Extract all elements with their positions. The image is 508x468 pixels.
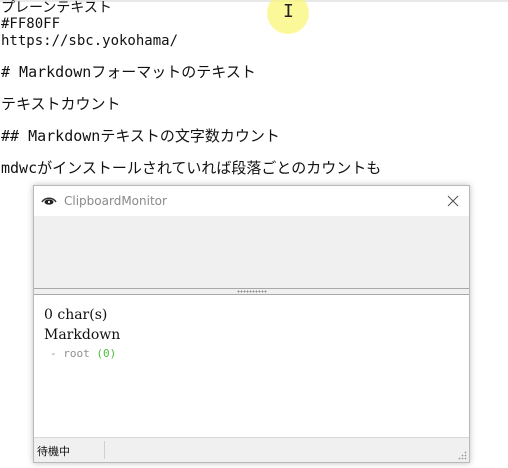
editor-line-7[interactable]: mdwcがインストールされていれば段落ごとのカウントも <box>1 159 381 177</box>
editor-line-2[interactable]: #FF80FF <box>1 16 60 32</box>
text-cursor-icon: I <box>283 1 294 22</box>
window-title: ClipboardMonitor <box>64 194 167 208</box>
editor-line-3[interactable]: https://sbc.yokohama/ <box>1 33 178 49</box>
tree-root-label: - root <box>50 347 90 360</box>
tree-root-count: (0) <box>96 347 117 360</box>
analysis-panel[interactable]: 0 char(s) Markdown - root (0) <box>34 295 469 437</box>
clipboard-monitor-window[interactable]: ClipboardMonitor 0 char(s) Markdown - ro… <box>33 185 470 463</box>
editor-line-1[interactable]: プレーンテキスト <box>1 0 112 16</box>
splitter-grip-icon <box>237 290 267 293</box>
editor-line-6[interactable]: ## Markdownテキストの文字数カウント <box>1 127 280 145</box>
editor-line-4[interactable]: # Markdownフォーマットのテキスト <box>1 63 256 81</box>
title-bar[interactable]: ClipboardMonitor <box>34 186 469 216</box>
clipboard-preview-panel[interactable] <box>34 216 469 288</box>
markdown-heading: Markdown <box>44 327 121 343</box>
status-divider <box>104 441 105 459</box>
status-bar: 待機中 <box>34 437 469 462</box>
panel-splitter[interactable] <box>34 288 469 295</box>
char-count: 0 char(s) <box>44 307 108 323</box>
status-text: 待機中 <box>37 445 70 458</box>
tree-root-item[interactable]: - root (0) <box>50 347 116 360</box>
close-icon[interactable] <box>445 193 461 209</box>
eye-icon <box>41 197 57 205</box>
editor-line-5[interactable]: テキストカウント <box>1 95 121 113</box>
resize-grip-icon[interactable] <box>457 450 467 460</box>
